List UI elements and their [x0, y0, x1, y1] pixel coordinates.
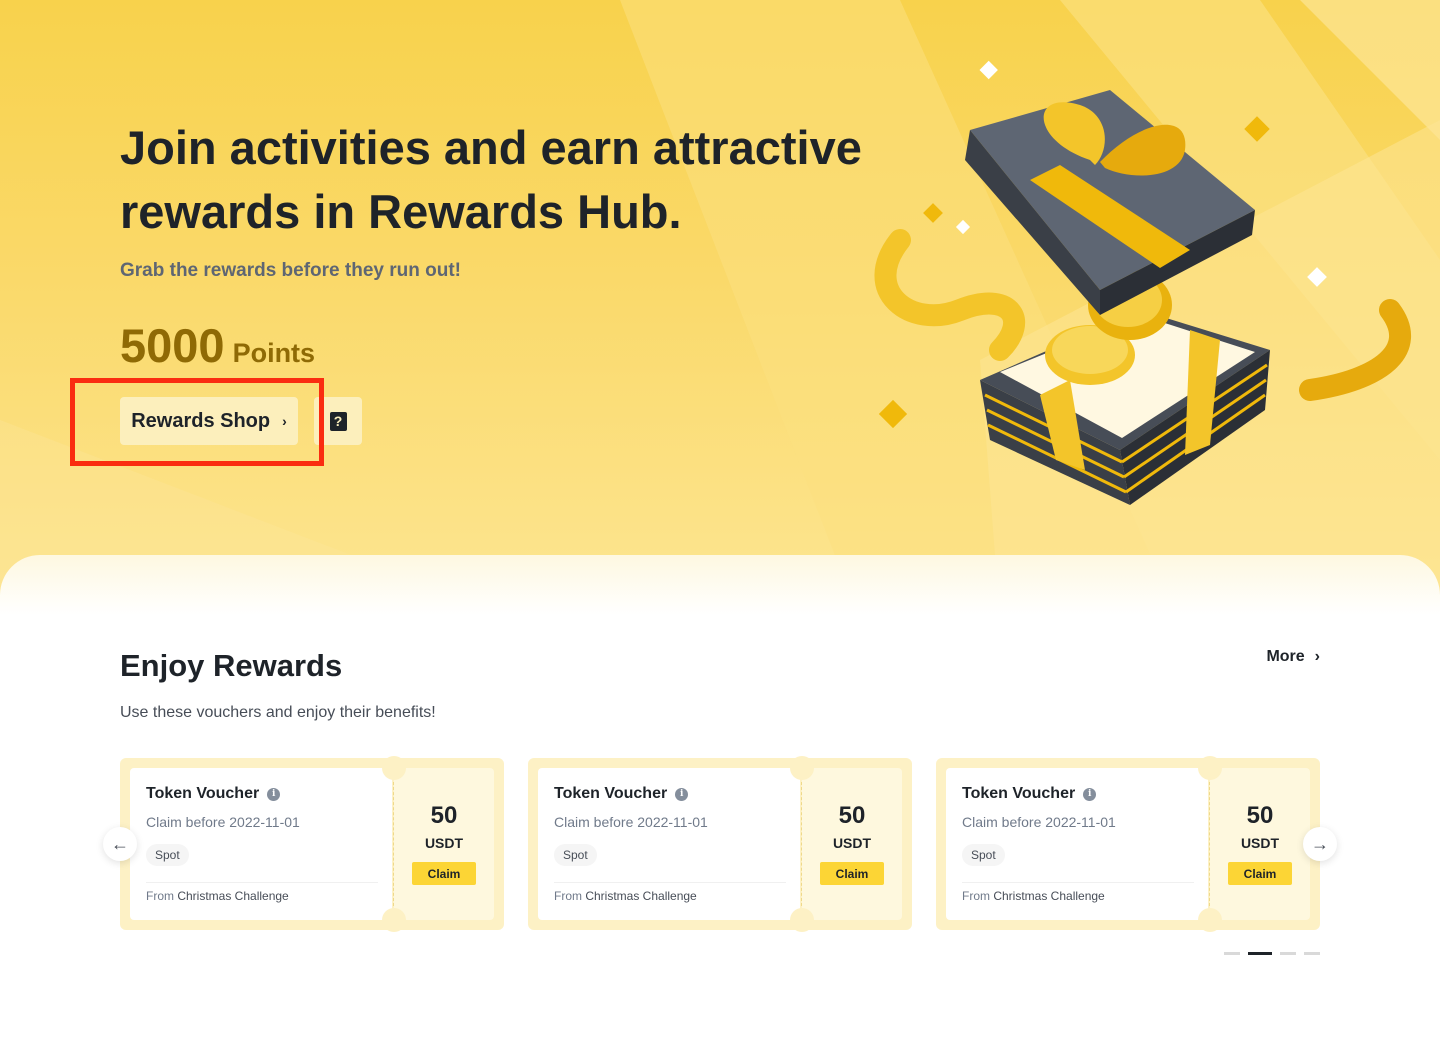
carousel-next-button[interactable]: →	[1303, 827, 1337, 861]
carousel-dot-active[interactable]	[1248, 952, 1272, 955]
voucher-title-text: Token Voucher	[962, 785, 1076, 802]
voucher-card: Token Voucher i Claim before 2022-11-01 …	[936, 756, 1320, 932]
voucher-tag: Spot	[554, 844, 597, 866]
highlight-annotation-box	[70, 378, 324, 466]
divider	[962, 882, 1194, 883]
voucher-title: Token Voucher i	[554, 785, 689, 803]
voucher-expiry: Claim before 2022-11-01	[554, 814, 708, 830]
claim-button[interactable]: Claim	[1228, 862, 1292, 885]
ticket-notch	[382, 756, 406, 780]
section-title: Enjoy Rewards	[120, 648, 343, 683]
chevron-right-icon: ›	[1314, 648, 1320, 665]
voucher-source: From Christmas Challenge	[962, 889, 1105, 903]
voucher-source-name: Christmas Challenge	[585, 889, 697, 903]
rewards-hub-page: Join activities and earn attractive rewa…	[0, 0, 1440, 1042]
help-book-icon: ?	[329, 411, 347, 431]
voucher-title-text: Token Voucher	[146, 785, 260, 802]
carousel-dot[interactable]	[1304, 952, 1320, 955]
voucher-unit: USDT	[1240, 835, 1280, 851]
carousel-dot[interactable]	[1280, 952, 1296, 955]
voucher-expiry: Claim before 2022-11-01	[962, 814, 1116, 830]
carousel-dot[interactable]	[1224, 952, 1240, 955]
voucher-tag: Spot	[146, 844, 189, 866]
voucher-card: Token Voucher i Claim before 2022-11-01 …	[120, 756, 504, 932]
voucher-amount: 50	[1246, 802, 1274, 829]
points-value: 5000	[120, 319, 225, 372]
voucher-source-label: From	[962, 889, 990, 903]
info-icon[interactable]: i	[1083, 787, 1097, 801]
voucher-source-label: From	[146, 889, 174, 903]
carousel-pagination	[1224, 952, 1320, 955]
claim-button[interactable]: Claim	[412, 862, 476, 885]
more-label: More	[1266, 648, 1305, 665]
section-subtitle: Use these vouchers and enjoy their benef…	[120, 704, 436, 721]
voucher-unit: USDT	[832, 835, 872, 851]
voucher-amount: 50	[430, 802, 458, 829]
claim-button[interactable]: Claim	[820, 862, 884, 885]
ticket-notch	[1198, 756, 1222, 780]
voucher-carousel: Token Voucher i Claim before 2022-11-01 …	[120, 756, 1320, 932]
voucher-source-name: Christmas Challenge	[993, 889, 1105, 903]
info-icon[interactable]: i	[675, 787, 689, 801]
voucher-source-name: Christmas Challenge	[177, 889, 289, 903]
voucher-title: Token Voucher i	[962, 785, 1097, 803]
divider	[146, 882, 378, 883]
voucher-expiry: Claim before 2022-11-01	[146, 814, 300, 830]
ticket-notch	[382, 908, 406, 932]
ticket-notch	[1198, 908, 1222, 932]
voucher-amount: 50	[838, 802, 866, 829]
voucher-tag: Spot	[962, 844, 1005, 866]
divider	[554, 882, 786, 883]
voucher-title-text: Token Voucher	[554, 785, 668, 802]
hero-subtitle: Grab the rewards before they run out!	[120, 260, 461, 281]
ticket-notch	[790, 756, 814, 780]
voucher-source-label: From	[554, 889, 582, 903]
ticket-notch	[790, 908, 814, 932]
arrow-right-icon: →	[1311, 833, 1329, 854]
voucher-unit: USDT	[424, 835, 464, 851]
hero-title: Join activities and earn attractive rewa…	[120, 121, 862, 238]
voucher-source: From Christmas Challenge	[146, 889, 289, 903]
voucher-source: From Christmas Challenge	[554, 889, 697, 903]
points-balance: 5000 Points	[120, 318, 315, 374]
arrow-left-icon: ←	[111, 833, 129, 854]
points-unit: Points	[232, 338, 316, 368]
info-icon[interactable]: i	[267, 787, 281, 801]
hero-banner: Join activities and earn attractive rewa…	[0, 0, 1440, 620]
gift-box-illustration	[874, 60, 1412, 505]
carousel-prev-button[interactable]: ←	[103, 827, 137, 861]
more-link[interactable]: More ›	[1266, 648, 1320, 666]
voucher-card: Token Voucher i Claim before 2022-11-01 …	[528, 756, 912, 932]
voucher-title: Token Voucher i	[146, 785, 281, 803]
